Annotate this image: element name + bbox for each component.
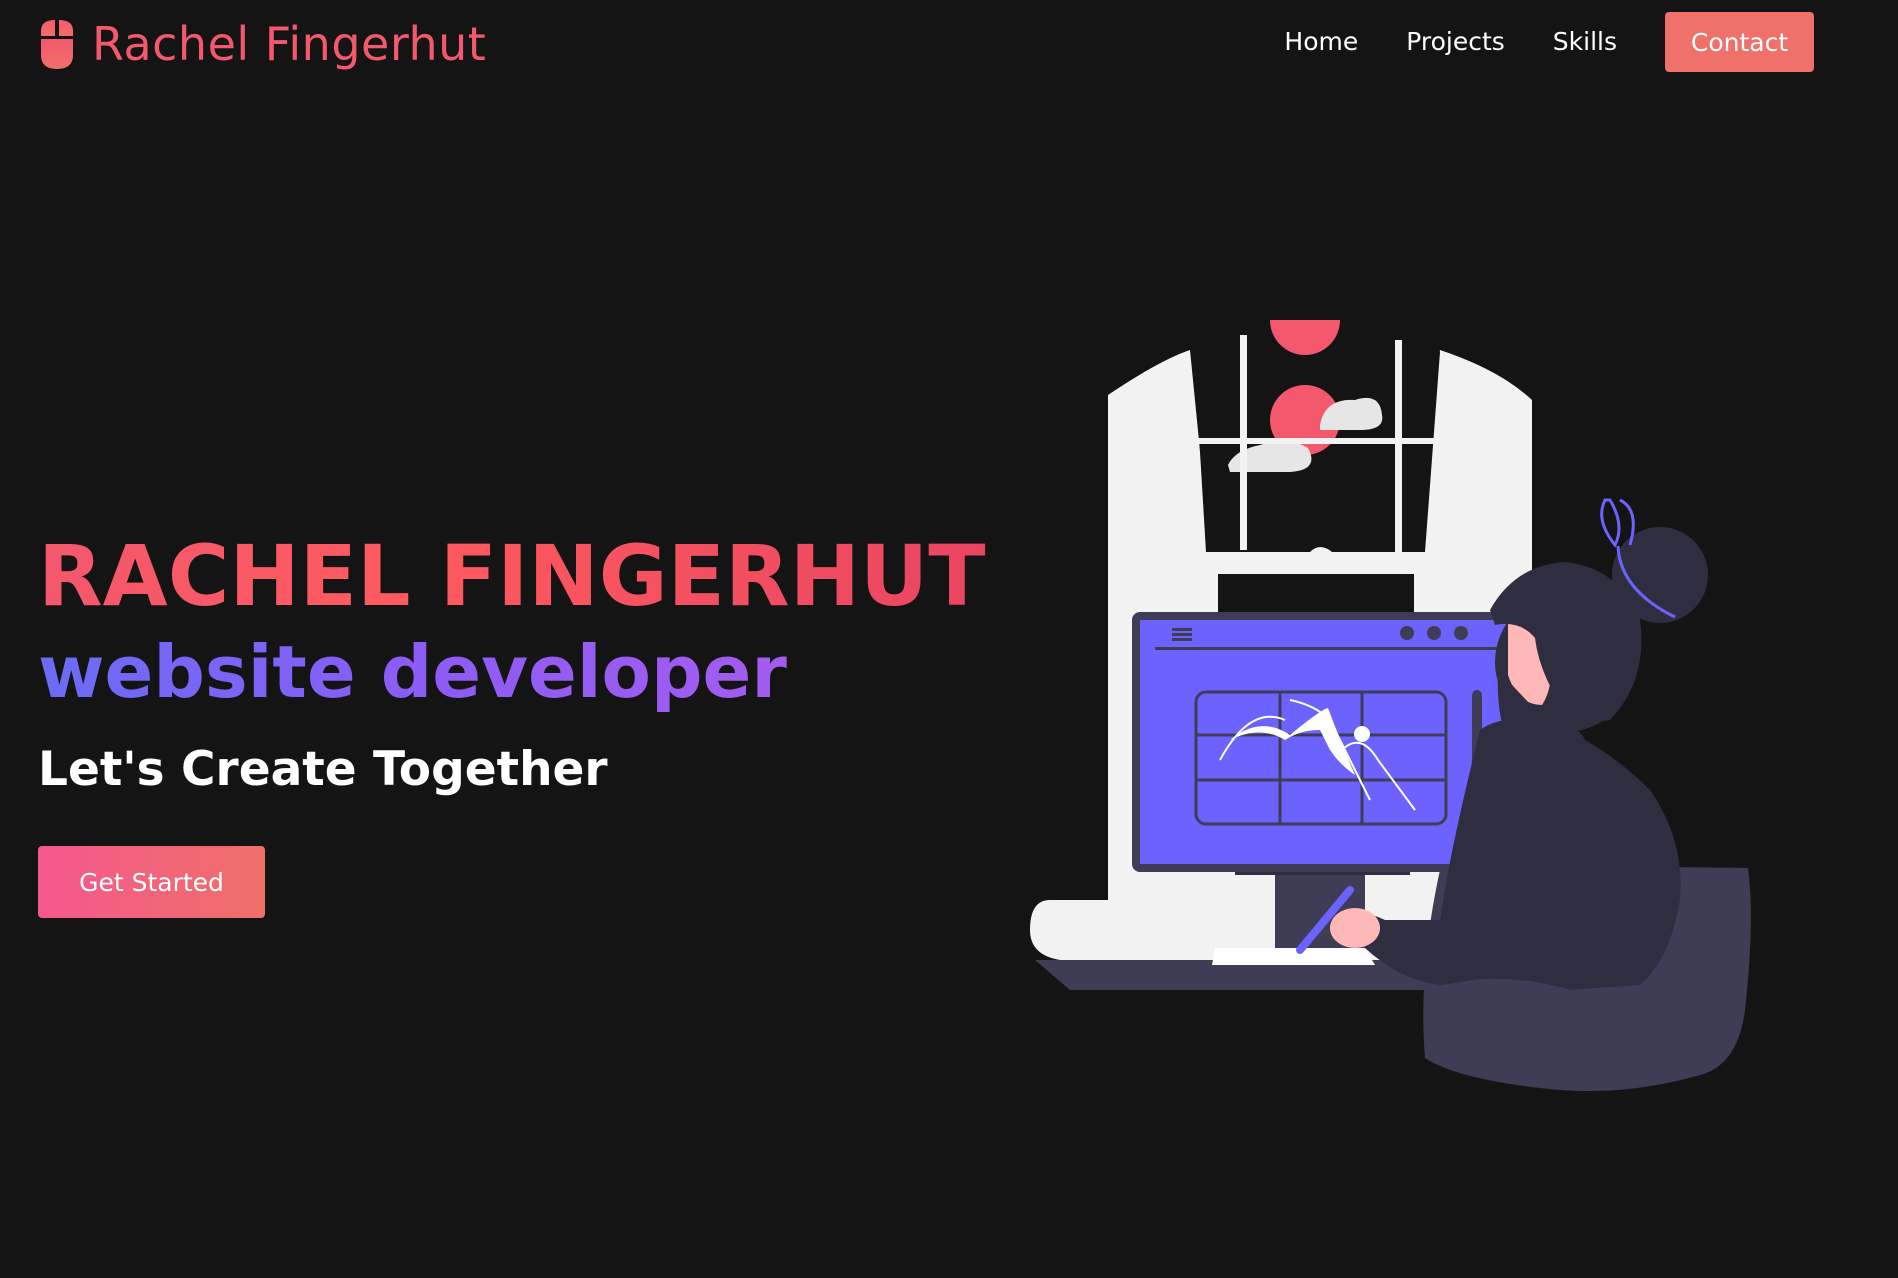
hero-name: RACHEL FINGERHUT (38, 527, 986, 625)
hero-role: website developer (38, 630, 787, 714)
nav-link-home[interactable]: Home (1284, 12, 1358, 72)
woman-at-computer-illustration (1030, 320, 1751, 1092)
hero-tagline: Let's Create Together (38, 742, 608, 797)
main-nav: Home Projects Skills Contact (1236, 12, 1814, 72)
mouse-icon (41, 20, 73, 69)
brand-name: Rachel Fingerhut (92, 17, 487, 71)
nav-link-projects[interactable]: Projects (1406, 12, 1505, 72)
contact-button[interactable]: Contact (1665, 12, 1814, 72)
page: Rachel Fingerhut Home Projects Skills Co… (0, 0, 1898, 1278)
nav-link-skills[interactable]: Skills (1553, 12, 1617, 72)
brand[interactable]: Rachel Fingerhut (38, 14, 486, 74)
get-started-button[interactable]: Get Started (38, 846, 265, 918)
